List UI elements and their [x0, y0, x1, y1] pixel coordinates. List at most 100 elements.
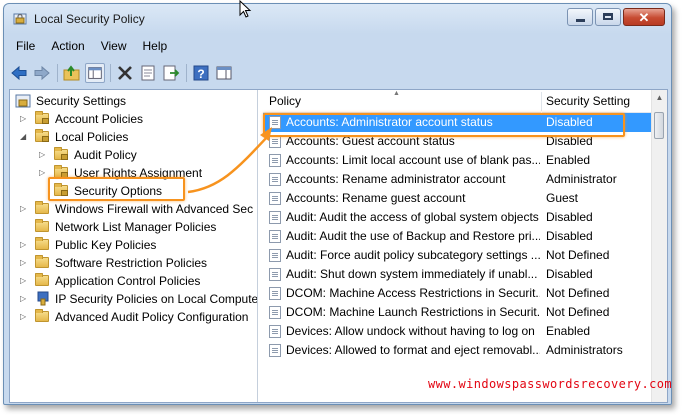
export-list-icon[interactable] — [161, 63, 181, 83]
tree-item-label: Network List Manager Policies — [55, 220, 217, 234]
expand-arrow-icon: ▷ — [20, 258, 27, 267]
security-setting-value: Not Defined — [546, 286, 610, 300]
mouse-cursor-icon — [239, 0, 252, 18]
lock-folder-icon — [54, 147, 68, 160]
menu-bar: File Action View Help — [9, 37, 666, 57]
security-setting-value: Not Defined — [546, 248, 610, 262]
policy-name: Accounts: Rename guest account — [286, 191, 466, 205]
toolbar-separator — [186, 64, 187, 82]
tree-item-label: Account Policies — [55, 112, 144, 126]
policy-name: Devices: Allow undock without having to … — [286, 324, 535, 338]
policy-name: Audit: Audit the use of Backup and Resto… — [286, 229, 540, 243]
column-header-security-setting[interactable]: Security Setting — [542, 90, 652, 113]
policy-name: DCOM: Machine Launch Restrictions in Sec… — [286, 305, 540, 319]
tree-item-label: Software Restriction Policies — [55, 256, 208, 270]
table-row[interactable]: Audit: Shut down system immediately if u… — [263, 265, 651, 284]
collapse-arrow-icon: ◢ — [20, 132, 27, 141]
title-bar[interactable]: Local Security Policy ✕ — [4, 4, 671, 34]
expand-arrow-icon: ▷ — [39, 150, 46, 159]
properties-icon[interactable] — [138, 63, 158, 83]
security-setting-value: Disabled — [546, 229, 593, 243]
security-setting-value: Enabled — [546, 324, 591, 338]
vertical-scrollbar[interactable]: ▲ — [651, 90, 667, 402]
tree-item-label: Public Key Policies — [55, 238, 157, 252]
policy-icon — [269, 287, 281, 300]
toolbar: ? — [9, 60, 666, 86]
menu-help[interactable]: Help — [136, 37, 177, 57]
expand-arrow-icon: ▷ — [20, 294, 27, 303]
policy-icon — [269, 230, 281, 243]
delete-icon[interactable] — [115, 63, 135, 83]
security-policy-icon — [13, 13, 27, 25]
tree-root-label: Security Settings — [36, 94, 127, 108]
minimize-button[interactable] — [567, 8, 593, 26]
table-row[interactable]: Devices: Allow undock without having to … — [263, 322, 651, 341]
ip-security-icon — [37, 291, 49, 306]
show-hide-tree-icon[interactable] — [85, 63, 105, 83]
forward-arrow-icon[interactable] — [32, 63, 52, 83]
folder-icon — [35, 309, 49, 322]
policy-icon — [269, 344, 281, 357]
table-row[interactable]: Audit: Force audit policy subcategory se… — [263, 246, 651, 265]
folder-icon — [35, 273, 49, 286]
security-setting-value: Administrator — [546, 172, 617, 186]
back-arrow-icon[interactable] — [9, 63, 29, 83]
expand-arrow-icon: ▷ — [20, 204, 27, 213]
expand-arrow-icon: ▷ — [20, 312, 27, 321]
close-button[interactable]: ✕ — [623, 8, 665, 26]
policy-name: Audit: Audit the access of global system… — [286, 210, 539, 224]
folder-icon — [35, 201, 49, 214]
help-icon[interactable]: ? — [191, 63, 211, 83]
expand-arrow-icon: ▷ — [20, 240, 27, 249]
policy-name: Accounts: Limit local account use of bla… — [286, 153, 540, 167]
table-row[interactable]: DCOM: Machine Launch Restrictions in Sec… — [263, 303, 651, 322]
security-setting-value: Disabled — [546, 267, 593, 281]
maximize-icon — [603, 13, 613, 20]
policy-name: Devices: Allowed to format and eject rem… — [286, 343, 540, 357]
expand-arrow-icon: ▷ — [39, 168, 46, 177]
policy-name: Accounts: Rename administrator account — [286, 172, 506, 186]
folder-icon — [35, 219, 49, 232]
table-row[interactable]: DCOM: Machine Access Restrictions in Sec… — [263, 284, 651, 303]
menu-file[interactable]: File — [9, 37, 44, 57]
maximize-button[interactable] — [595, 8, 621, 26]
toolbar-separator — [57, 64, 58, 82]
sort-ascending-icon: ▲ — [393, 90, 400, 97]
table-row[interactable]: Accounts: Rename guest account Guest — [263, 189, 651, 208]
security-settings-icon — [15, 94, 31, 108]
menu-view[interactable]: View — [94, 37, 136, 57]
scroll-up-icon[interactable]: ▲ — [652, 90, 667, 106]
policy-icon — [269, 325, 281, 338]
policy-name: Audit: Shut down system immediately if u… — [286, 267, 538, 281]
policy-icon — [269, 249, 281, 262]
column-header-label: Security Setting — [546, 94, 631, 108]
tree-item-label: Windows Firewall with Advanced Sec — [55, 202, 254, 216]
folder-icon — [35, 255, 49, 268]
expand-arrow-icon: ▷ — [20, 276, 27, 285]
policy-icon — [269, 268, 281, 281]
table-row[interactable]: Devices: Allowed to format and eject rem… — [263, 341, 651, 360]
policy-icon — [269, 192, 281, 205]
console-tree: Security Settings ▷ Account Policies ◢ L… — [10, 90, 258, 402]
policy-name: DCOM: Machine Access Restrictions in Sec… — [286, 286, 540, 300]
window-title: Local Security Policy — [34, 12, 145, 26]
action-pane-icon[interactable] — [214, 63, 234, 83]
table-row[interactable]: Audit: Audit the access of global system… — [263, 208, 651, 227]
tree-item-label: Local Policies — [55, 130, 129, 144]
policy-icon — [269, 306, 281, 319]
security-setting-value: Not Defined — [546, 305, 610, 319]
up-folder-icon[interactable] — [62, 63, 82, 83]
policy-name: Audit: Force audit policy subcategory se… — [286, 248, 540, 262]
table-row[interactable]: Accounts: Limit local account use of bla… — [263, 151, 651, 170]
column-header-policy[interactable]: Policy ▲ — [263, 90, 541, 113]
table-row[interactable]: Accounts: Rename administrator account Ad… — [263, 170, 651, 189]
scroll-thumb[interactable] — [654, 112, 664, 139]
app-window: Local Security Policy ✕ File Action View… — [3, 3, 672, 405]
security-setting-value: Enabled — [546, 153, 591, 167]
menu-action[interactable]: Action — [44, 37, 93, 57]
svg-text:?: ? — [197, 67, 204, 81]
tree-item-label: Application Control Policies — [55, 274, 201, 288]
table-row[interactable]: Audit: Audit the use of Backup and Resto… — [263, 227, 651, 246]
policy-icon — [269, 154, 281, 167]
tree-item-label: IP Security Policies on Local Compute — [55, 292, 258, 306]
